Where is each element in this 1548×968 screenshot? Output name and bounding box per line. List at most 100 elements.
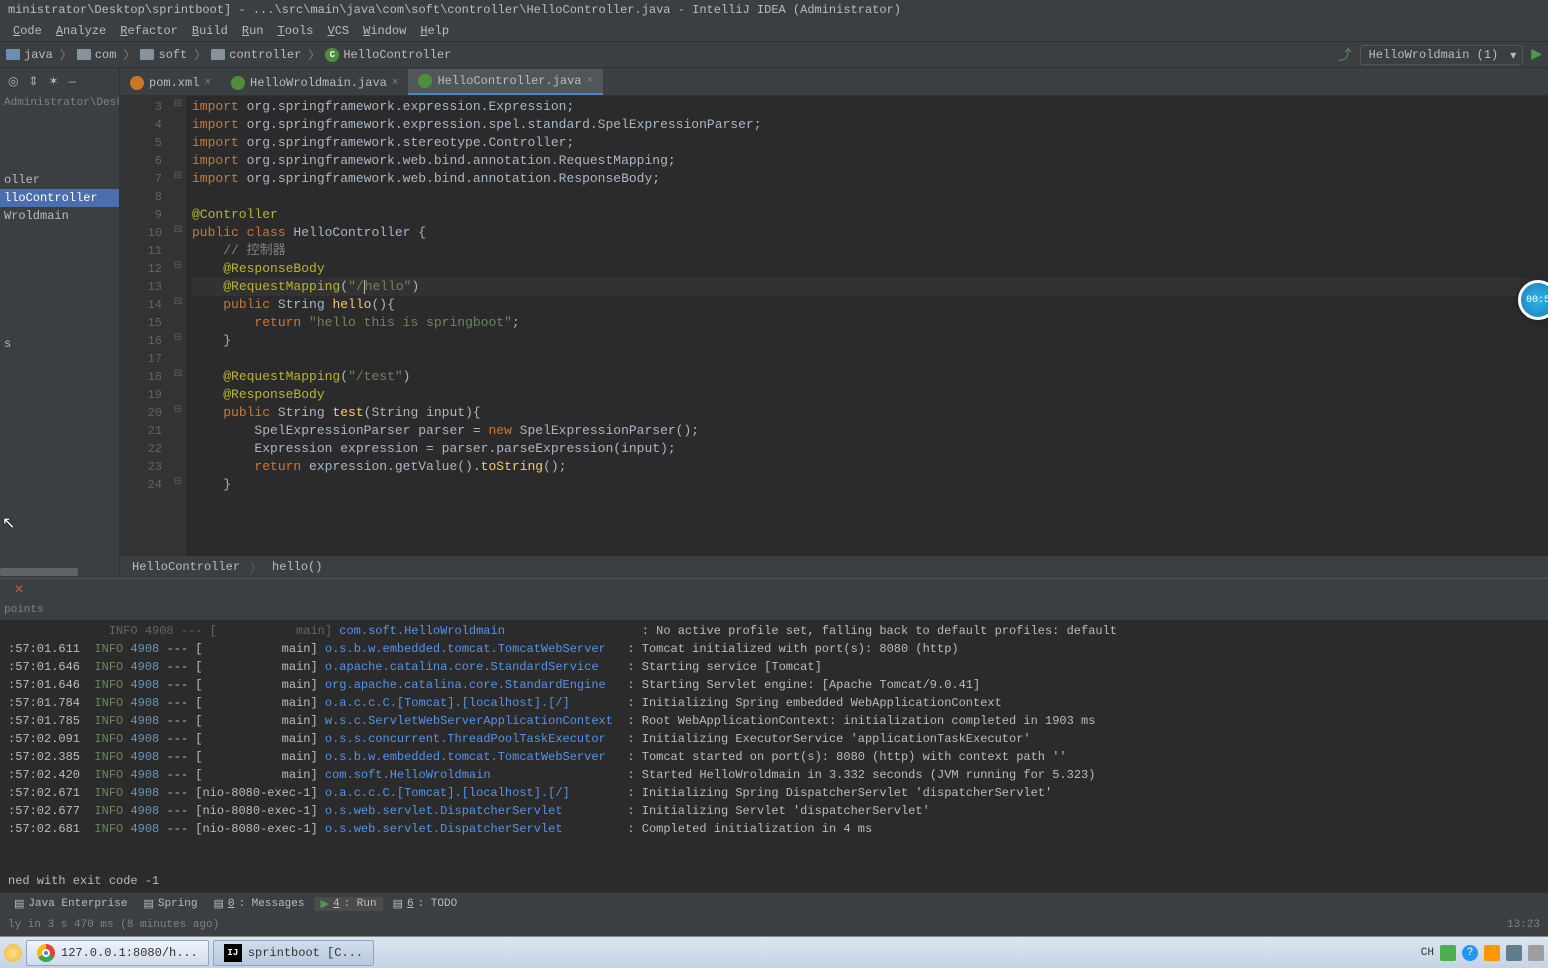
editor-area: pom.xml×HelloWroldmain.java×HelloControl… [120,68,1548,578]
tray-update-icon[interactable] [1484,945,1500,961]
crumb-com[interactable]: com〉 [77,46,139,63]
console-output[interactable]: INFO 4908 --- [ main] com.soft.HelloWrol… [0,620,1548,870]
tree-item[interactable]: lloController [0,189,119,207]
line-number-gutter: 3456789101112131415161718192021222324 [120,96,170,556]
caret-position: 13:23 [1507,919,1540,931]
tool-icon: ▤ [143,897,153,911]
tool-tab-run[interactable]: ▶4: Run [314,897,382,911]
run-subheader: points [0,600,1548,620]
nav-toolbar: ⤴ HelloWroldmain (1) ▶ [1338,45,1542,65]
exit-code-line: ned with exit code -1 [0,870,1548,892]
tray-network-icon[interactable] [1528,945,1544,961]
menu-vcs[interactable]: VCS [321,24,357,38]
code-editor[interactable]: 3456789101112131415161718192021222324 ⊟⊟… [120,96,1548,556]
target-icon[interactable]: ◎ [8,74,18,89]
tool-icon: ▤ [393,897,403,911]
menu-bar: CodeAnalyzeRefactorBuildRunToolsVCSWindo… [0,20,1548,42]
crumb-HelloController[interactable]: C HelloController [325,48,451,62]
tool-tab-spring[interactable]: ▤Spring [137,897,203,911]
tray-lang[interactable]: CH [1421,947,1434,959]
close-icon[interactable]: × [204,77,211,89]
menu-help[interactable]: Help [413,24,456,38]
close-icon[interactable]: × [392,77,399,89]
class-icon: C [325,48,339,62]
menu-build[interactable]: Build [185,24,235,38]
windows-taskbar: 127.0.0.1:8080/h... IJ sprintboot [C... … [0,936,1548,968]
editor-breadcrumb[interactable]: HelloController 〉 hello() [120,556,1548,578]
tab-label: pom.xml [149,76,199,90]
sidebar-scrollbar[interactable] [0,568,80,578]
intellij-icon: IJ [224,944,242,962]
chrome-icon [37,944,55,962]
menu-analyze[interactable]: Analyze [49,24,113,38]
crumb-soft[interactable]: soft〉 [140,46,209,63]
menu-refactor[interactable]: Refactor [113,24,185,38]
tool-tab-todo[interactable]: ▤6: TODO [387,897,464,911]
tree-item[interactable]: Wroldmain [0,207,119,225]
taskbar-intellij[interactable]: IJ sprintboot [C... [213,940,374,966]
run-config-label: HelloWroldmain (1) [1369,48,1499,62]
status-message: ly in 3 s 470 ms (8 minutes ago) [8,919,219,931]
start-button[interactable] [4,944,22,962]
system-tray: CH ? [1421,945,1544,961]
window-title-bar: ministrator\Desktop\sprintboot] - ...\sr… [0,0,1548,20]
menu-window[interactable]: Window [356,24,413,38]
menu-run[interactable]: Run [235,24,271,38]
file-icon [130,76,144,90]
breadcrumb: java〉 com〉 soft〉 controller〉C HelloContr… [6,46,451,63]
taskbar-chrome-label: 127.0.0.1:8080/h... [61,946,198,960]
timer-text: 00:5 [1526,295,1548,306]
tool-tab-messages[interactable]: ▤0: Messages [207,897,310,911]
menu-tools[interactable]: Tools [270,24,320,38]
taskbar-chrome[interactable]: 127.0.0.1:8080/h... [26,940,209,966]
folder-icon [140,49,154,60]
editor-tabs: pom.xml×HelloWroldmain.java×HelloControl… [120,68,1548,96]
folder-icon [77,49,91,60]
file-icon [418,74,432,88]
folder-icon [211,49,225,60]
tab-pom.xml[interactable]: pom.xml × [120,71,221,95]
crumb-sep: 〉 [250,559,262,576]
tray-shield-icon[interactable] [1440,945,1456,961]
run-button[interactable]: ▶ [1531,46,1542,63]
run-tool-header[interactable]: ✕ [0,578,1548,600]
tab-label: HelloWroldmain.java [250,76,387,90]
crumb-java[interactable]: java〉 [6,46,75,63]
fold-gutter[interactable]: ⊟⊟⊟⊟⊟⊟⊟⊟⊟ [170,96,186,556]
collapse-icon[interactable]: — [69,75,76,89]
settings-gear-icon[interactable]: ✶ [49,74,59,89]
expand-icon[interactable]: ⇕ [28,74,38,89]
tab-HelloController.java[interactable]: HelloController.java × [408,69,603,95]
menu-code[interactable]: Code [6,24,49,38]
tab-HelloWroldmain.java[interactable]: HelloWroldmain.java × [221,71,408,95]
tray-cube-icon[interactable] [1506,945,1522,961]
navigation-bar: java〉 com〉 soft〉 controller〉C HelloContr… [0,42,1548,68]
crumb-controller[interactable]: controller〉 [211,46,323,63]
crumb-class[interactable]: HelloController [132,560,240,574]
taskbar-intellij-label: sprintboot [C... [248,946,363,960]
run-stop-icon[interactable]: ✕ [14,582,24,597]
project-tree[interactable]: ollerlloControllerWroldmain s [0,111,119,568]
bottom-tool-tabs: ▤Java Enterprise ▤Spring ▤0: Messages ▶4: R… [0,892,1548,914]
close-icon[interactable]: × [587,75,594,87]
tool-icon: ▤ [213,897,223,911]
run-config-selector[interactable]: HelloWroldmain (1) [1360,45,1524,65]
project-path: Administrator\Desktop\s [0,95,119,111]
file-icon [231,76,245,90]
status-bar: ly in 3 s 470 ms (8 minutes ago) 13:23 [0,914,1548,936]
run-subheader-text: points [4,604,44,616]
code-content[interactable]: import org.springframework.expression.Ex… [186,96,1548,556]
sidebar-toolbar: ◎ ⇕ ✶ — [0,68,119,95]
tray-help-icon[interactable]: ? [1462,945,1478,961]
build-icon[interactable]: ⤴ [1338,45,1352,65]
project-sidebar: ◎ ⇕ ✶ — Administrator\Desktop\s ollerllo… [0,68,120,578]
crumb-method[interactable]: hello() [272,560,322,574]
tool-tab-javaenterprise[interactable]: ▤Java Enterprise [8,897,133,911]
tree-item[interactable]: s [0,335,119,353]
folder-icon [6,49,20,60]
main-split: ◎ ⇕ ✶ — Administrator\Desktop\s ollerllo… [0,68,1548,578]
tree-item[interactable]: oller [0,171,119,189]
play-icon: ▶ [320,897,328,911]
tab-label: HelloController.java [437,74,581,88]
window-title: ministrator\Desktop\sprintboot] - ...\sr… [8,3,901,17]
